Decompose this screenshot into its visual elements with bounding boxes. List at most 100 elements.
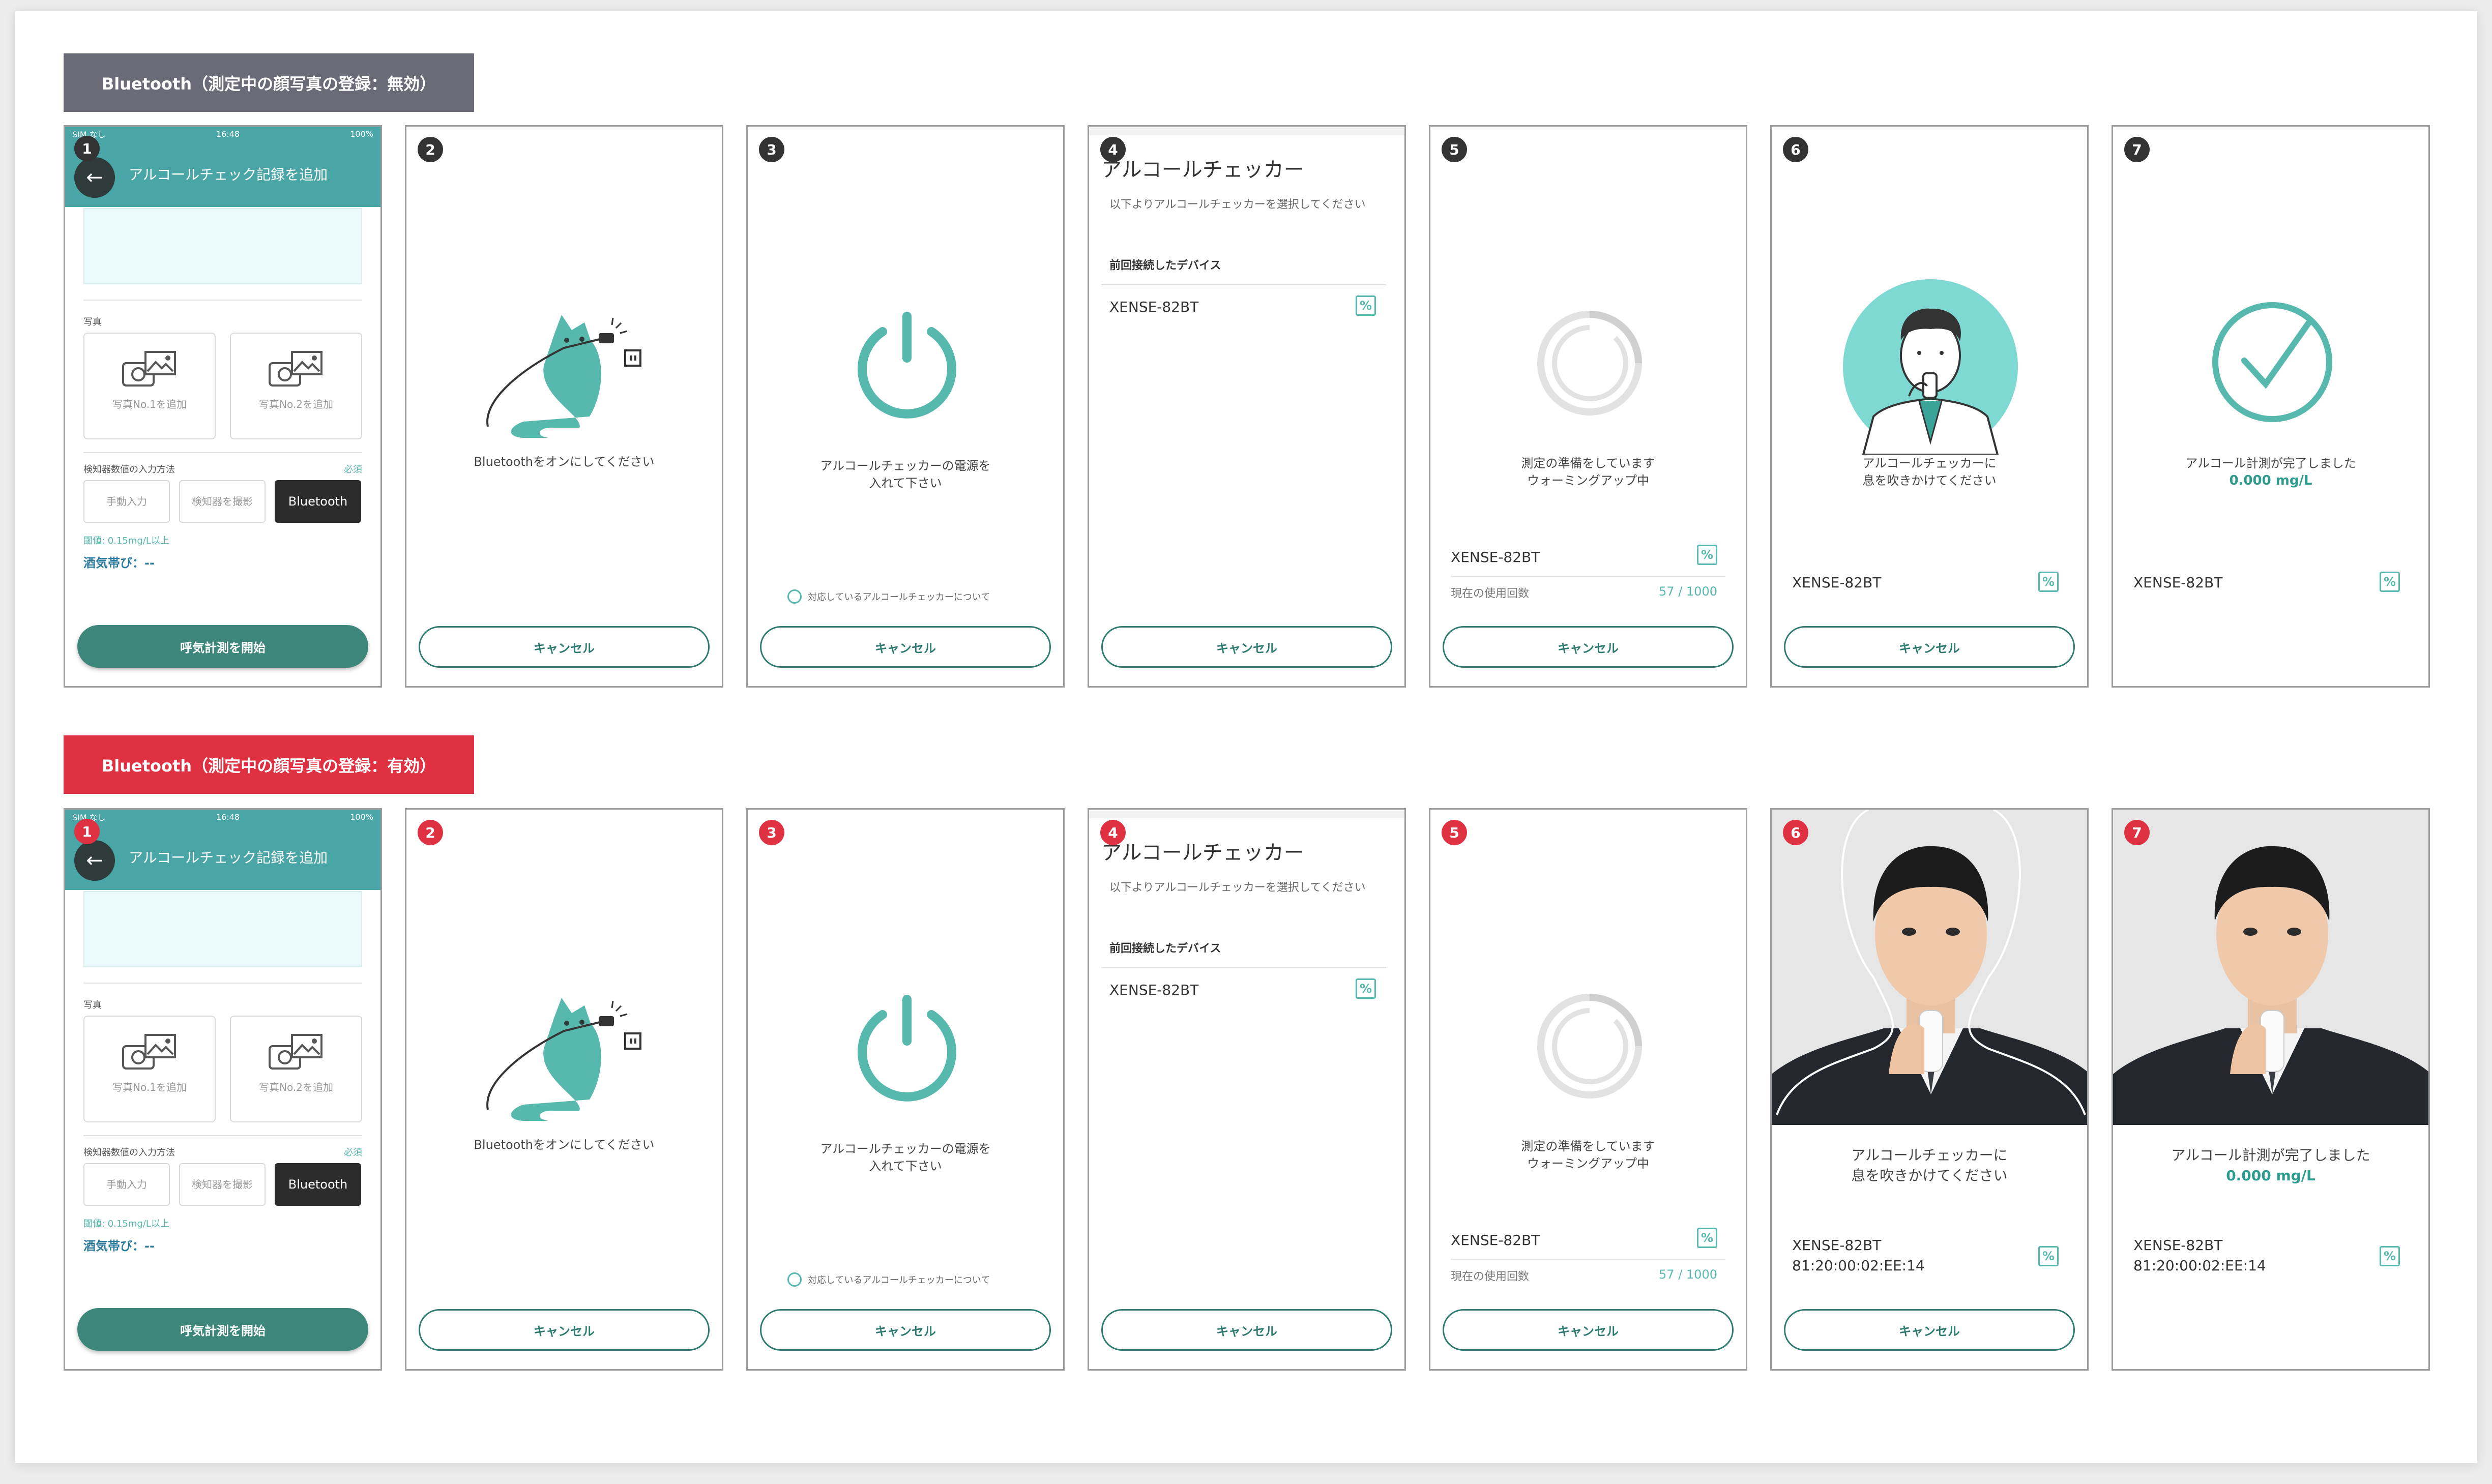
alcohol-zone-text: 酒気帯び：-- [83, 556, 155, 570]
instruction-text-2: 息を吹きかけてください [1851, 1167, 2008, 1184]
capture-detector-button[interactable]: 検知器を撮影 [179, 480, 266, 523]
step-badge: 2 [418, 137, 443, 162]
screens: SIM なし 16:48 100% アルコールチェック記録を追加 ← 1 写真 … [64, 125, 2430, 688]
bluetooth-button[interactable]: Bluetooth [275, 480, 361, 523]
instruction-text: Bluetoothをオンにしてください [474, 1138, 655, 1152]
info-icon [787, 589, 802, 604]
instruction-text: Bluetoothをオンにしてください [474, 455, 655, 469]
back-button[interactable]: ← [74, 840, 115, 881]
supported-devices-text: 対応しているアルコールチェッカーについて [808, 592, 990, 603]
add-photo-1-button[interactable]: 写真No.1を追加 [83, 1016, 216, 1122]
device-mac: 81:20:00:02:EE:14 [1792, 1257, 1925, 1274]
add-photo-2-label: 写真No.2を追加 [259, 398, 333, 410]
camera-image-icon [122, 351, 176, 387]
alcohol-zone-text: 酒気帯び：-- [83, 1239, 155, 1253]
step-badge: 2 [418, 820, 443, 845]
start-measure-button[interactable]: 呼気計測を開始 [77, 1308, 368, 1351]
page-title: アルコールチェッカー [1101, 158, 1304, 182]
cancel-button[interactable]: キャンセル [1443, 1309, 1734, 1351]
step-badge: 6 [1783, 820, 1808, 845]
screens: SIM なし 16:48 100% アルコールチェック記録を追加 ← 1 写真 … [64, 808, 2430, 1371]
page-subtitle: 以下よりアルコールチェッカーを選択してください [1109, 881, 1366, 894]
input-method-label: 検知器数値の入力方法 [83, 464, 175, 475]
threshold-text: 閾値: 0.15mg/L以上 [83, 536, 169, 546]
instruction-text: アルコールチェッカーの電源を入れて下さい [820, 459, 991, 490]
top-bar [1089, 811, 1404, 818]
back-arrow-icon: ← [86, 849, 103, 872]
device-item[interactable]: XENSE-82BT [1109, 299, 1384, 315]
back-arrow-icon: ← [86, 166, 103, 189]
cancel-button[interactable]: キャンセル [1784, 1309, 2075, 1351]
percent-icon: % [2380, 1246, 2400, 1266]
battery: 100% [350, 129, 373, 139]
preparing-text: 測定の準備をしています [1521, 456, 1655, 470]
page-subtitle: 以下よりアルコールチェッカーを選択してください [1109, 198, 1366, 211]
required-label: 必須 [344, 464, 362, 475]
device-name: XENSE-82BT [2133, 574, 2223, 591]
status-time: 16:48 [216, 812, 240, 822]
divider [1451, 1259, 1725, 1260]
device-name: XENSE-82BT [2133, 1237, 2223, 1254]
supported-devices-link[interactable]: 対応しているアルコールチェッカーについて [787, 589, 990, 604]
percent-icon: % [2038, 572, 2059, 592]
screen-add-record: SIM なし 16:48 100% アルコールチェック記録を追加 ← 1 写真 … [64, 808, 382, 1371]
supported-devices-link[interactable]: 対応しているアルコールチェッカーについて [787, 1272, 990, 1287]
usage-value: 57 / 1000 [1659, 1267, 1717, 1282]
cat-plug-icon [486, 315, 641, 438]
memo-field[interactable] [83, 891, 362, 967]
preparing-text: 測定の準備をしています [1521, 1139, 1655, 1153]
section-label: 前回接続したデバイス [1109, 259, 1221, 272]
step-badge: 7 [2124, 137, 2150, 162]
warming-text: ウォーミングアップ中 [1527, 1156, 1649, 1171]
cancel-button[interactable]: キャンセル [419, 1309, 710, 1351]
add-photo-2-label: 写真No.2を追加 [259, 1081, 333, 1093]
screen-complete-with-photo: 7 アルコール計測が完了しました 0.000 mg/L XENSE-82BT 8… [2112, 808, 2430, 1371]
top-bar [1089, 128, 1404, 135]
power-icon [858, 312, 956, 419]
info-icon [787, 1272, 802, 1287]
capture-detector-button[interactable]: 検知器を撮影 [179, 1163, 266, 1206]
photo-section-label: 写真 [83, 1000, 102, 1011]
bluetooth-button[interactable]: Bluetooth [275, 1163, 361, 1206]
device-name: XENSE-82BT [1109, 299, 1199, 315]
divider [83, 300, 362, 301]
screen-complete: 7 アルコール計測が完了しました 0.000 mg/L XENSE-82BT % [2112, 125, 2430, 688]
cancel-button[interactable]: キャンセル [1101, 626, 1392, 668]
screen-blow: 6 アルコールチェッカーに 息を吹きかけてください XENSE-82BT % キ… [1770, 125, 2089, 688]
start-measure-button[interactable]: 呼気計測を開始 [77, 625, 368, 668]
cancel-button[interactable]: キャンセル [760, 1309, 1051, 1351]
cancel-button[interactable]: キャンセル [419, 626, 710, 668]
status-bar: SIM なし 16:48 100% [65, 810, 380, 824]
device-name: XENSE-82BT [1109, 982, 1199, 998]
complete-text: アルコール計測が完了しました [2171, 1147, 2370, 1164]
manual-input-button[interactable]: 手動入力 [83, 1163, 170, 1206]
status-time: 16:48 [216, 129, 240, 139]
result-value: 0.000 mg/L [2229, 473, 2312, 488]
step-badge: 5 [1442, 820, 1467, 845]
add-photo-1-button[interactable]: 写真No.1を追加 [83, 333, 216, 439]
required-label: 必須 [344, 1147, 362, 1158]
cancel-button[interactable]: キャンセル [1101, 1309, 1392, 1351]
percent-icon: % [1697, 1228, 1717, 1248]
percent-icon: % [2038, 1246, 2059, 1266]
step-badge: 1 [74, 136, 100, 161]
cancel-button[interactable]: キャンセル [760, 626, 1051, 668]
add-photo-2-button[interactable]: 写真No.2を追加 [230, 333, 362, 439]
step-badge: 1 [74, 819, 100, 844]
manual-input-button[interactable]: 手動入力 [83, 480, 170, 523]
divider [1101, 284, 1386, 285]
add-photo-2-button[interactable]: 写真No.2を追加 [230, 1016, 362, 1122]
power-icon [858, 995, 956, 1102]
device-mac: 81:20:00:02:EE:14 [2133, 1257, 2266, 1274]
device-item[interactable]: XENSE-82BT [1109, 982, 1384, 998]
cancel-button[interactable]: キャンセル [1784, 626, 2075, 668]
back-button[interactable]: ← [74, 157, 115, 198]
blowing-person-icon [1843, 279, 2018, 455]
device-name: XENSE-82BT [1451, 549, 1540, 566]
result-value: 0.000 mg/L [2226, 1167, 2315, 1184]
cancel-button[interactable]: キャンセル [1443, 626, 1734, 668]
memo-field[interactable] [83, 208, 362, 284]
device-name: XENSE-82BT [1792, 1237, 1882, 1254]
screen-select-device: 4 アルコールチェッカー 以下よりアルコールチェッカーを選択してください 前回接… [1088, 125, 1406, 688]
screen-warming-up: 5 測定の準備をしています ウォーミングアップ中 XENSE-82BT % 現在… [1429, 808, 1747, 1371]
